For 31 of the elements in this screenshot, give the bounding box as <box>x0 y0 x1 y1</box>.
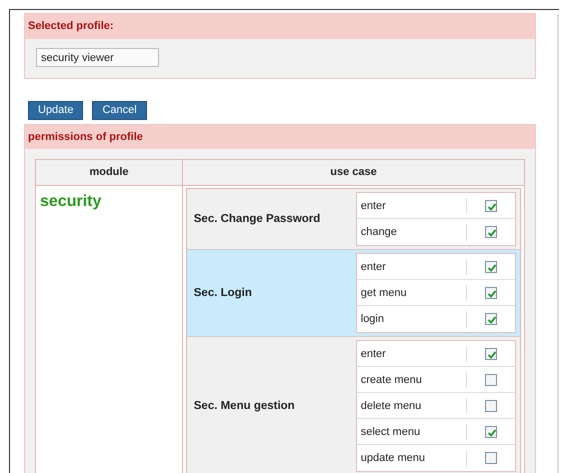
checkbox[interactable] <box>484 286 497 299</box>
action-name: login <box>356 311 467 328</box>
panel-header: permissions of profile <box>25 124 535 149</box>
use-case-name: Sec. Menu gestion <box>192 398 296 414</box>
checkbox[interactable] <box>484 313 497 326</box>
profile-field[interactable]: security viewer <box>36 48 159 66</box>
checkbox[interactable] <box>484 260 497 273</box>
column-header: use case <box>183 160 524 186</box>
action-name: update menu <box>356 450 467 466</box>
update-button[interactable]: Update <box>28 100 84 120</box>
checkbox[interactable] <box>484 200 497 212</box>
action-name: get menu <box>356 284 467 301</box>
checkbox[interactable] <box>484 426 497 438</box>
action-name: change <box>356 224 467 240</box>
action-name: enter <box>356 258 467 275</box>
checkbox[interactable] <box>484 374 497 386</box>
action-name: delete menu <box>356 398 467 414</box>
checkbox[interactable] <box>484 226 497 238</box>
cancel-button[interactable]: Cancel <box>92 100 147 120</box>
checkbox[interactable] <box>484 400 497 412</box>
module-name: security <box>39 192 102 212</box>
column-header: module <box>36 160 183 186</box>
checkbox[interactable] <box>484 348 497 360</box>
action-name: enter <box>356 346 467 362</box>
use-case-name: Sec. Change Password <box>192 212 322 227</box>
action-name: select menu <box>356 424 467 440</box>
action-name: create menu <box>356 372 467 388</box>
checkbox[interactable] <box>484 452 497 464</box>
use-case-name: Sec. Login <box>192 286 253 301</box>
action-name: enter <box>356 198 467 214</box>
panel-header: Selected profile: <box>25 14 535 38</box>
